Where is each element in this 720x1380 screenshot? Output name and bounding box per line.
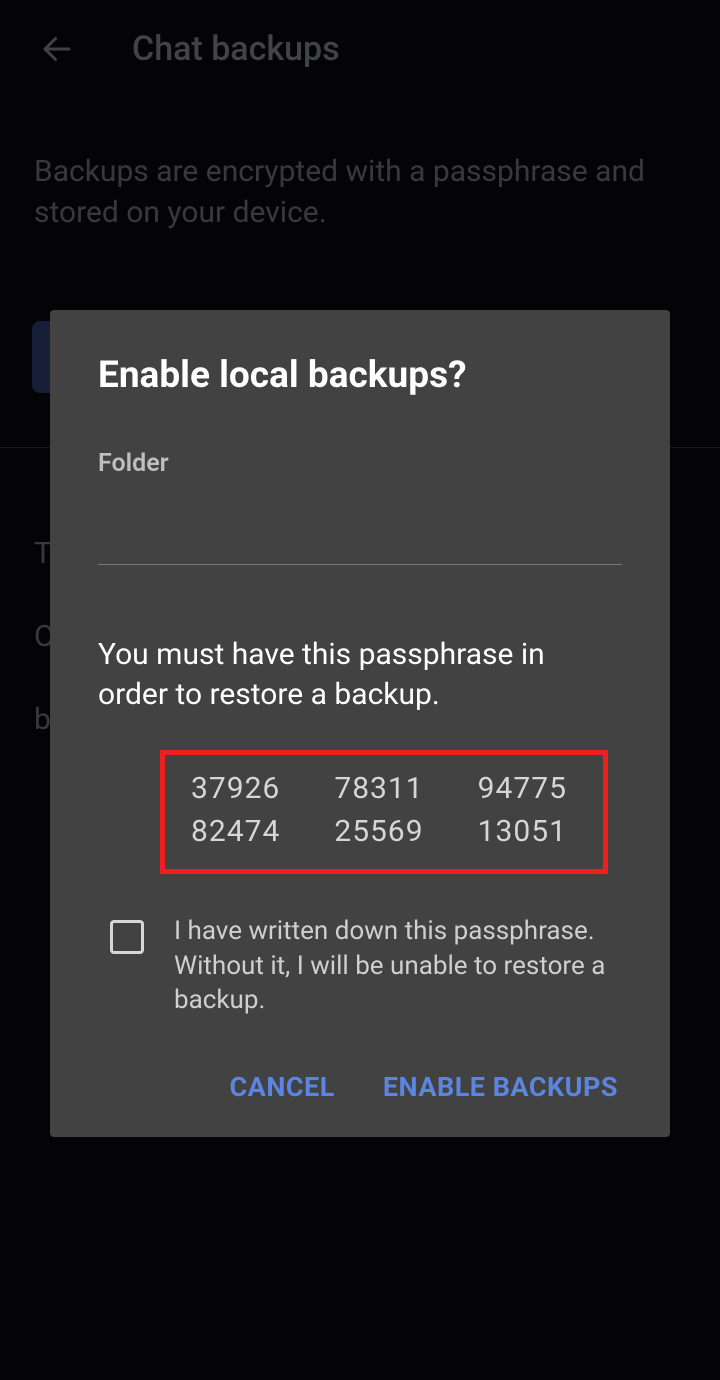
passphrase-group: 82474: [191, 814, 290, 849]
dialog-actions: CANCEL ENABLE BACKUPS: [98, 1071, 622, 1103]
passphrase-group: 78311: [334, 771, 433, 806]
folder-label: Folder: [98, 449, 622, 478]
passphrase-grid: 37926 78311 94775 82474 25569 13051: [191, 771, 577, 849]
enable-backups-dialog: Enable local backups? Folder You must ha…: [50, 310, 670, 1137]
confirm-checkbox[interactable]: [110, 920, 144, 954]
passphrase-group: 25569: [334, 814, 433, 849]
folder-underline: [98, 564, 622, 565]
passphrase-highlight-box: 37926 78311 94775 82474 25569 13051: [160, 750, 608, 874]
passphrase-group: 13051: [478, 814, 577, 849]
passphrase-group: 94775: [478, 771, 577, 806]
dialog-title: Enable local backups?: [98, 354, 622, 397]
enable-backups-button[interactable]: ENABLE BACKUPS: [383, 1071, 618, 1103]
passphrase-instruction: You must have this passphrase in order t…: [98, 635, 622, 714]
confirm-text: I have written down this passphrase. Wit…: [174, 914, 622, 1017]
confirm-row[interactable]: I have written down this passphrase. Wit…: [98, 914, 622, 1017]
folder-input[interactable]: [98, 478, 622, 558]
passphrase-group: 37926: [191, 771, 290, 806]
cancel-button[interactable]: CANCEL: [230, 1071, 335, 1103]
